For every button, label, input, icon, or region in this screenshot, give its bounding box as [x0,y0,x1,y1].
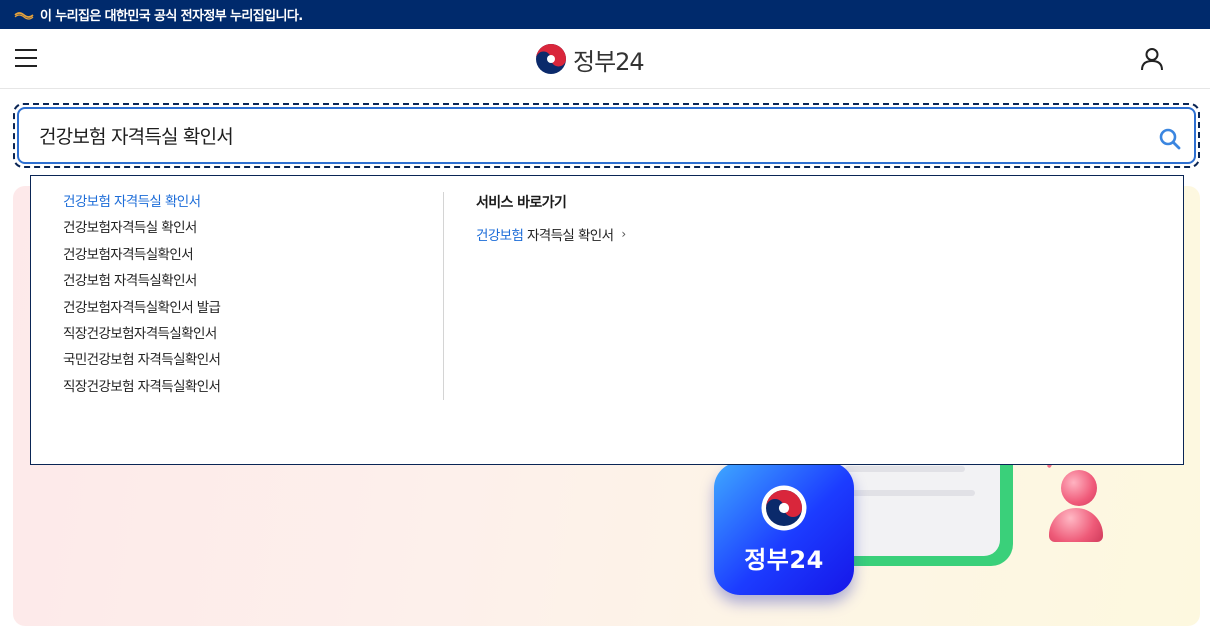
search-icon[interactable] [1158,127,1182,151]
hamburger-menu-icon[interactable] [15,49,37,69]
suggestion-item[interactable]: 국민건강보험 자격득실확인서 [63,350,443,376]
dropdown-divider [443,192,444,400]
person-body-graphic [1049,508,1103,542]
site-logo[interactable]: 정부24 [535,43,645,76]
logo-text: 정부24 [573,47,645,76]
service-shortcut-link[interactable]: 건강보험 자격득실 확인서 › [476,224,626,244]
shortcut-link-highlight: 건강보험 [476,228,524,244]
official-site-notice-bar: 이 누리집은 대한민국 공식 전자정부 누리집입니다. [0,0,1210,29]
gov24-app-icon: 정부24 [714,462,854,595]
site-header: 정부24 [0,29,1210,89]
autocomplete-dropdown: 건강보험 자격득실 확인서 건강보험자격득실 확인서 건강보험자격득실확인서 건… [30,175,1184,465]
chevron-right-icon: › [621,227,626,241]
search-box-focus-ring [13,103,1200,168]
suggestion-item[interactable]: 직장건강보험자격득실확인서 [63,324,443,350]
official-site-notice-text: 이 누리집은 대한민국 공식 전자정부 누리집입니다. [40,9,303,24]
suggestion-item[interactable]: 건강보험자격득실확인서 [63,245,443,271]
service-shortcut-section: 서비스 바로가기 건강보험 자격득실 확인서 › [476,192,626,244]
suggestion-item[interactable]: 건강보험자격득실 확인서 [63,218,443,244]
suggestion-list: 건강보험 자격득실 확인서 건강보험자격득실 확인서 건강보험자격득실확인서 건… [63,192,443,403]
taegeuk-logo-icon [536,44,566,74]
shortcut-link-text: 자격득실 확인서 [523,228,614,244]
suggestion-item[interactable]: 직장건강보험 자격득실확인서 [63,377,443,403]
suggestion-item[interactable]: 건강보험 자격득실 확인서 [63,192,443,218]
service-shortcut-title: 서비스 바로가기 [476,195,567,211]
search-input[interactable] [39,124,1119,147]
person-head-graphic [1061,470,1097,506]
search-box [17,107,1196,164]
suggestion-item[interactable]: 건강보험자격득실확인서 발급 [63,298,443,324]
user-icon[interactable] [1139,46,1165,72]
government-emblem-icon [14,11,34,20]
suggestion-item[interactable]: 건강보험 자격득실확인서 [63,271,443,297]
taegeuk-logo-icon [761,485,807,531]
app-icon-label: 정부24 [744,546,824,574]
